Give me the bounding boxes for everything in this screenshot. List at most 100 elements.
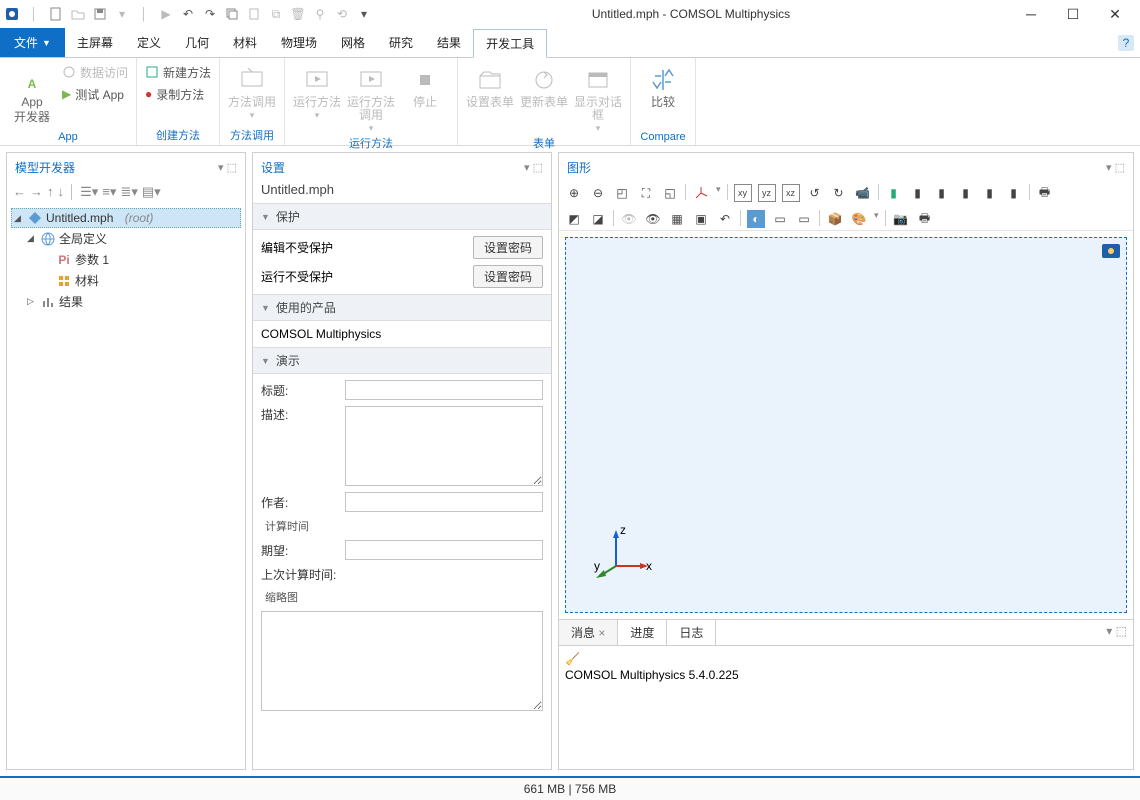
menu-devtools[interactable]: 开发工具 (473, 29, 547, 58)
tree-params[interactable]: Pi参数 1 (11, 249, 241, 270)
menu-mesh[interactable]: 网格 (329, 28, 377, 57)
scene2-icon[interactable]: ▭ (795, 210, 813, 228)
duplicate-icon[interactable]: ⧉ (268, 6, 284, 22)
view3-icon[interactable]: ▮ (933, 184, 951, 202)
rotate-ccw-icon[interactable]: ↺ (806, 184, 824, 202)
set-password-run-button[interactable]: 设置密码 (473, 265, 543, 288)
help-icon[interactable]: ? (1118, 35, 1134, 51)
select-icon[interactable]: ◩ (565, 210, 583, 228)
panel-tools[interactable]: ▾ ⬚ (218, 161, 237, 174)
find-icon[interactable]: ⚲ (312, 6, 328, 22)
section-products[interactable]: ▼使用的产品 (253, 294, 551, 321)
qat-dropdown[interactable]: ▾ (356, 6, 372, 22)
method-call-button[interactable]: 方法调用▾ (228, 62, 276, 121)
close-button[interactable]: ✕ (1094, 2, 1136, 26)
expect-input[interactable] (345, 540, 543, 560)
tree-root[interactable]: ◢Untitled.mph (root) (11, 208, 241, 228)
tree-materials[interactable]: 材料 (11, 270, 241, 291)
file-menu[interactable]: 文件 ▼ (0, 28, 65, 57)
thumbnail-area[interactable] (261, 611, 543, 711)
menu-study[interactable]: 研究 (377, 28, 425, 57)
run-method-button[interactable]: 运行方法▾ (293, 62, 341, 121)
test-app-button[interactable]: ▶测试 App (62, 84, 128, 104)
axis-3d-icon[interactable] (692, 184, 710, 202)
desc-input[interactable] (345, 406, 543, 486)
view-xy-icon[interactable]: xy (734, 184, 752, 202)
new-icon[interactable] (48, 6, 64, 22)
menu-results[interactable]: 结果 (425, 28, 473, 57)
tree-results[interactable]: ▷结果 (11, 291, 241, 312)
model-builder-toolbar[interactable]: ←→↑↓ │ ☰▾≡▾≣▾▤▾ (7, 182, 245, 206)
compare-button[interactable]: 比较 (639, 62, 687, 109)
saveas-icon[interactable]: ▾ (114, 6, 130, 22)
author-input[interactable] (345, 492, 543, 512)
view5-icon[interactable]: ▮ (981, 184, 999, 202)
tab-messages[interactable]: 消息 × (559, 620, 618, 645)
redo-icon[interactable]: ↷ (202, 6, 218, 22)
show-icon[interactable]: 👁 (644, 210, 662, 228)
zoom-sel-icon[interactable]: ◱ (661, 184, 679, 202)
tab-log[interactable]: 日志 (667, 620, 716, 645)
hide-icon[interactable]: 👁 (620, 210, 638, 228)
maximize-button[interactable]: ☐ (1052, 2, 1094, 26)
open-icon[interactable] (70, 6, 86, 22)
zoom-in-icon[interactable]: ⊕ (565, 184, 583, 202)
undo-icon[interactable]: ↶ (180, 6, 196, 22)
zoom-box-icon[interactable]: ◰ (613, 184, 631, 202)
snapshot-icon[interactable]: 📷 (892, 210, 910, 228)
menu-home[interactable]: 主屏幕 (65, 28, 125, 57)
material-icon[interactable]: 📦 (826, 210, 844, 228)
set-password-edit-button[interactable]: 设置密码 (473, 236, 543, 259)
copy-icon[interactable] (224, 6, 240, 22)
setup-form-button[interactable]: 设置表单 (466, 62, 514, 109)
rotate-cw-icon[interactable]: ↻ (830, 184, 848, 202)
tree-global[interactable]: ◢全局定义 (11, 228, 241, 249)
panel-tools[interactable]: ▾ ⬚ (1106, 161, 1125, 174)
trans-icon[interactable]: ▦ (668, 210, 686, 228)
nav-down-icon[interactable]: ↓ (58, 184, 65, 200)
filter-icon[interactable]: ≡▾ (102, 184, 116, 200)
print-icon[interactable]: 🖶 (1036, 184, 1054, 202)
view1-icon[interactable]: ▮ (885, 184, 903, 202)
sort-icon[interactable]: ≣▾ (120, 184, 137, 200)
section-protect[interactable]: ▼保护 (253, 203, 551, 230)
stop-button[interactable]: 停止 (401, 62, 449, 109)
wire-icon[interactable]: ▣ (692, 210, 710, 228)
scene-icon[interactable]: ▭ (771, 210, 789, 228)
paste-icon[interactable] (246, 6, 262, 22)
run-method-call-button[interactable]: 运行方法调用▾ (347, 62, 395, 134)
nav-back-icon[interactable]: ← (13, 184, 26, 200)
show-icon[interactable]: ☰▾ (80, 184, 98, 200)
camera-icon[interactable]: 📹 (854, 184, 872, 202)
view6-icon[interactable]: ▮ (1005, 184, 1023, 202)
data-access-button[interactable]: 数据访问 (62, 62, 128, 82)
reset-icon[interactable]: ↶ (716, 210, 734, 228)
nav-fwd-icon[interactable]: → (30, 184, 43, 200)
record-method-button[interactable]: ●录制方法 (145, 84, 211, 104)
play-icon[interactable]: ▶ (158, 6, 174, 22)
zoom-extents-icon[interactable]: ⛶ (637, 184, 655, 202)
history-icon[interactable]: ⟲ (334, 6, 350, 22)
panel-tools[interactable]: ▾ ⬚ (524, 161, 543, 174)
messages-tools[interactable]: ▾ ⬚ (1100, 620, 1133, 645)
zoom-out-icon[interactable]: ⊖ (589, 184, 607, 202)
light-icon[interactable]: ◐ (747, 210, 765, 228)
section-demo[interactable]: ▼演示 (253, 347, 551, 374)
clear-messages-icon[interactable]: 🧹 (565, 650, 1127, 668)
view4-icon[interactable]: ▮ (957, 184, 975, 202)
title-input[interactable] (345, 380, 543, 400)
new-method-button[interactable]: 新建方法 (145, 62, 211, 82)
menu-physics[interactable]: 物理场 (269, 28, 329, 57)
app-builder-button[interactable]: A App开发器 (8, 62, 56, 124)
view-yz-icon[interactable]: yz (758, 184, 776, 202)
show-dialog-button[interactable]: 显示对话框▾ (574, 62, 622, 134)
menu-definitions[interactable]: 定义 (125, 28, 173, 57)
more-icon[interactable]: ▤▾ (142, 184, 161, 200)
update-form-button[interactable]: 更新表单 (520, 62, 568, 109)
graphics-canvas[interactable]: z x y (565, 237, 1127, 613)
menu-geometry[interactable]: 几何 (173, 28, 221, 57)
select2-icon[interactable]: ◪ (589, 210, 607, 228)
view-xz-icon[interactable]: xz (782, 184, 800, 202)
tab-progress[interactable]: 进度 (618, 620, 667, 645)
minimize-button[interactable]: ─ (1010, 2, 1052, 26)
